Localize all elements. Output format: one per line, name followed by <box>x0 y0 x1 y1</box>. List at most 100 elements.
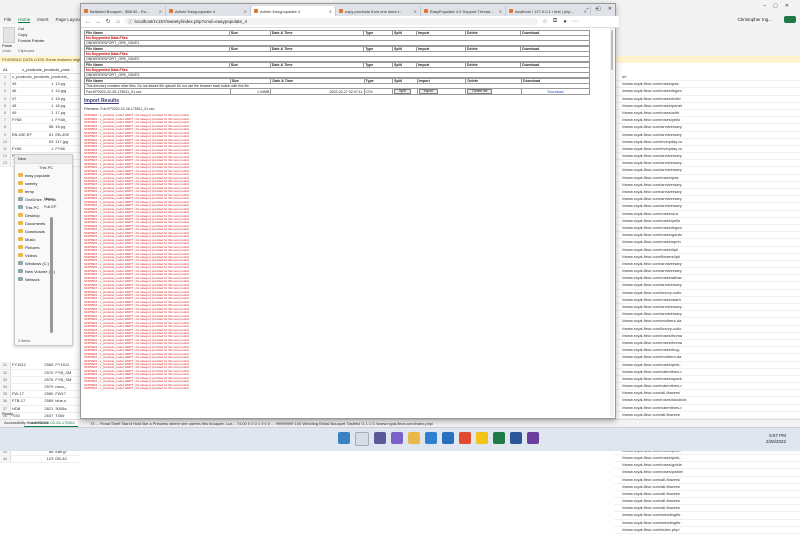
browser-tab[interactable]: Admin Easypopulate 4 ✕ <box>251 6 336 16</box>
cell[interactable]: FY68_ <box>54 117 80 123</box>
tab-close-icon[interactable]: ✕ <box>414 9 417 14</box>
cell[interactable]: HDB <box>11 406 38 412</box>
sheet-row[interactable]: 44 123 DB-40 <box>0 455 80 464</box>
url-cell[interactable]: //www.royal-fleur.com/all-flowers/ <box>614 390 800 398</box>
star-icon[interactable]: ☆ <box>542 18 548 25</box>
sheet-row[interactable]: 31 FY1512 2565 FY1512 <box>0 362 80 370</box>
cell[interactable]: 49 <box>11 110 38 116</box>
forward-arrow-icon[interactable]: → <box>95 19 101 25</box>
explorer-nav-item[interactable]: Downloads <box>15 227 72 235</box>
url-cell[interactable]: //www.royal-fleur.com/roses/huma <box>614 333 800 340</box>
task-view-icon[interactable] <box>374 432 386 444</box>
url-cell[interactable]: //www.royal-fleur.com/everyday-ro <box>614 139 800 146</box>
cell[interactable]: 1 <box>38 103 55 109</box>
browser-tab[interactable]: Admin Easypopulate 4 ✕ <box>166 6 251 16</box>
address-bar[interactable]: ⓘ localhost/zc157/sweety/index.php?cmd=e… <box>125 18 538 25</box>
url-cell[interactable]: //www.royal-fleur.com/all-flowers/ <box>614 505 800 513</box>
minimize-icon[interactable]: – <box>586 6 589 12</box>
tab-close-icon[interactable]: ✕ <box>499 9 502 14</box>
extensions-icon[interactable]: ⧉ <box>552 18 558 25</box>
url-cell[interactable]: //www.royal-fleur.com/anniversary <box>614 311 800 319</box>
url-cell[interactable]: //www.royal-fleur.com/roses/lipk <box>614 247 800 254</box>
cell[interactable]: 17.pg <box>54 110 80 116</box>
download-link[interactable]: Download <box>548 90 564 94</box>
explorer-nav-item[interactable]: temp <box>15 187 72 195</box>
cut-button[interactable]: Cut <box>18 26 24 31</box>
url-cell[interactable]: //www.royal-fleur.com/roses/ora <box>614 211 800 218</box>
copy-button[interactable]: Copy <box>18 32 27 37</box>
sheet-row[interactable]: 6 49 1 17.pg <box>0 109 80 118</box>
paste-icon[interactable] <box>3 27 15 43</box>
url-cell[interactable]: //www.royal-fleur.com/anniversary <box>614 261 800 269</box>
cell[interactable]: FTB-17 <box>11 398 38 404</box>
url-cell[interactable]: //www.royal-fleur.com/anniversary <box>614 153 800 161</box>
word-icon[interactable] <box>510 432 522 444</box>
url-cell[interactable]: //www.royal-fleur.com/luxury-collo <box>614 290 800 297</box>
url-cell[interactable]: //www.royal-fleur.com/everyday-ro <box>614 146 800 154</box>
url-cell[interactable]: //www.royal-fleur.com/all-flowers/ <box>614 491 800 499</box>
cell[interactable]: TI30 <box>11 413 38 419</box>
url-cell[interactable]: //www.royal-fleur.com/roses/pink- <box>614 455 800 463</box>
url-cell[interactable]: //www.royal-fleur.com/all-flowers/ <box>614 484 800 491</box>
url-cell[interactable]: //www.royal-fleur.com/roses/holid <box>614 96 800 103</box>
cell[interactable]: 46 <box>11 88 38 94</box>
cell[interactable] <box>11 456 38 462</box>
info-icon[interactable]: ⓘ <box>128 19 133 25</box>
url-cell[interactable]: //www.royal-fleur.com/flowers/ipk <box>614 254 800 261</box>
cell[interactable]: 48 <box>11 103 38 109</box>
cell[interactable] <box>11 370 38 376</box>
cell[interactable]: DB-40 <box>54 456 80 462</box>
cell-reference[interactable]: A1 <box>3 67 8 72</box>
cell[interactable]: EB-40E,EF <box>11 132 38 138</box>
url-cell[interactable]: //www.royal-fleur.com/roses/pas <box>614 81 800 89</box>
url-cell[interactable]: //www.royal-fleur.com/roses/legen <box>614 225 800 233</box>
cell[interactable]: 47 <box>11 96 38 102</box>
url-cell[interactable]: //www.royal-fleur.com/mothers-da <box>614 318 800 326</box>
cell[interactable]: 1 <box>38 88 55 94</box>
cell[interactable]: 2576 <box>38 377 55 383</box>
url-cell[interactable]: //www.royal-fleur.com/valentines-r <box>614 369 800 376</box>
cell[interactable]: 2621 <box>38 406 55 412</box>
cell[interactable] <box>11 384 38 390</box>
url-cell[interactable]: //www.royal-fleur.com/roses/golde <box>614 462 800 470</box>
url-cell[interactable]: //www.royal-fleur.com/roses/pastel <box>614 469 800 477</box>
explorer-new-button[interactable]: New <box>15 155 72 164</box>
excel-tab-file[interactable]: File <box>4 17 11 23</box>
url-cell[interactable]: //www.royal-fleur.com/roses/gardo <box>614 232 800 240</box>
cell[interactable]: 3005a <box>54 406 80 412</box>
url-cell[interactable]: //www.royal-fleur.com/index.php/ <box>614 527 800 534</box>
url-cell[interactable]: //www.royal-fleur.com/roses/pink- <box>614 362 800 369</box>
app-icon[interactable] <box>527 432 539 444</box>
sheet-row[interactable]: 36 FTB-17 2589 blue.s <box>0 398 80 406</box>
cell[interactable]: 14.jpg <box>54 88 80 94</box>
explorer-scrollbar[interactable] <box>50 217 53 333</box>
cell[interactable]: FW-17 <box>11 391 38 397</box>
sheet-row[interactable]: 2 45 1 13.pg <box>0 81 80 89</box>
cell[interactable] <box>11 377 38 383</box>
excel-window-controls[interactable]: –▢✕ <box>763 3 796 9</box>
url-cell[interactable]: //www.royal-fleur.com/roses/huma <box>614 340 800 348</box>
cell[interactable]: TI30r <box>54 413 80 419</box>
explorer-file[interactable]: Macro <box>44 195 56 203</box>
explorer-nav-item[interactable]: Desktop <box>15 211 72 219</box>
sheet-row[interactable]: 32 2570 FYB_SM <box>0 369 80 377</box>
explorer-nav-item[interactable]: Windows (C:) <box>15 259 72 267</box>
sheet-row[interactable]: 8 58 15.pg <box>0 124 80 132</box>
url-cell[interactable]: //www.royal-fleur.com/roses/lavuklok <box>614 397 800 405</box>
explorer-nav-item[interactable]: Pictures <box>15 243 72 251</box>
sheet-row[interactable]: 3 46 1 14.jpg <box>0 88 80 96</box>
url-cell[interactable]: //www.royal-fleur.com/anniversary <box>614 196 800 204</box>
url-cell[interactable]: //www.royal-fleur.com/roses/panel <box>614 103 800 110</box>
profile-icon[interactable]: ● <box>562 19 568 25</box>
sheet-row[interactable]: 7 FY68 1 FY68_ <box>0 117 80 125</box>
cell[interactable]: 13.pg <box>54 81 80 87</box>
cell[interactable]: 123 <box>38 456 55 462</box>
file-explorer-icon[interactable] <box>408 432 420 444</box>
share-button[interactable] <box>784 16 796 23</box>
spreadsheet-grid-right[interactable]: url //www.royal-fleur.com/roses/pas//www… <box>614 74 800 534</box>
browser-tab[interactable]: localhost / 127.0.0.1 / test | php... ✕ <box>506 6 591 16</box>
formula-input[interactable]: v_products_products_prod... <box>22 67 73 72</box>
cell[interactable]: 1 <box>38 110 55 116</box>
edge-icon[interactable] <box>425 432 437 444</box>
cell[interactable]: 1 <box>38 81 55 87</box>
